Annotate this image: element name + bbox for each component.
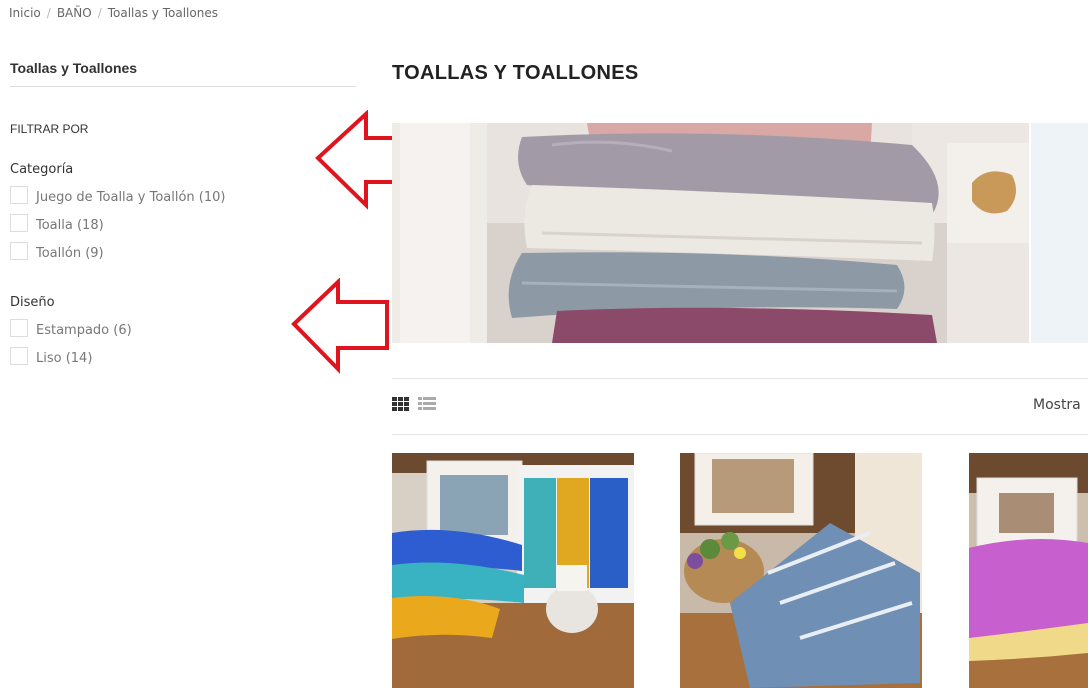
sidebar-title: Toallas y Toallones [10, 60, 138, 76]
category-banner-image [392, 123, 1029, 343]
filter-group-categoria-label: Categoría [10, 162, 74, 177]
filter-option-label: Toalla (18) [36, 218, 104, 233]
product-card-1-image[interactable] [392, 453, 634, 688]
filter-option-liso[interactable]: Liso (14) [10, 347, 93, 371]
category-banner-edge [1031, 123, 1088, 343]
checkbox[interactable] [10, 242, 28, 260]
red-arrow-annotation-icon [291, 278, 389, 374]
filter-option-label: Estampado (6) [36, 323, 132, 338]
filter-option-toallon[interactable]: Toallón (9) [10, 242, 104, 266]
filter-group-diseno-label: Diseño [10, 295, 55, 310]
checkbox[interactable] [10, 214, 28, 232]
checkbox[interactable] [10, 186, 28, 204]
grid-view-icon[interactable] [392, 397, 410, 411]
filter-heading: FILTRAR POR [10, 122, 89, 136]
show-per-page-label: Mostra [1033, 397, 1081, 413]
list-view-icon[interactable] [418, 397, 436, 411]
product-card-2-image[interactable] [680, 453, 922, 688]
filter-option-juego[interactable]: Juego de Toalla y Toallón (10) [10, 186, 226, 210]
checkbox[interactable] [10, 319, 28, 337]
filter-option-label: Juego de Toalla y Toallón (10) [36, 190, 226, 205]
page-title: TOALLAS Y TOALLONES [392, 62, 639, 84]
filter-option-label: Toallón (9) [36, 246, 104, 261]
checkbox[interactable] [10, 347, 28, 365]
filter-option-toalla[interactable]: Toalla (18) [10, 214, 104, 238]
sidebar-divider [10, 86, 356, 87]
filter-option-estampado[interactable]: Estampado (6) [10, 319, 132, 343]
toolbar-divider [392, 434, 1088, 435]
product-card-3-image[interactable] [969, 453, 1088, 688]
filter-option-label: Liso (14) [36, 351, 93, 366]
toolbar-divider [392, 378, 1088, 379]
